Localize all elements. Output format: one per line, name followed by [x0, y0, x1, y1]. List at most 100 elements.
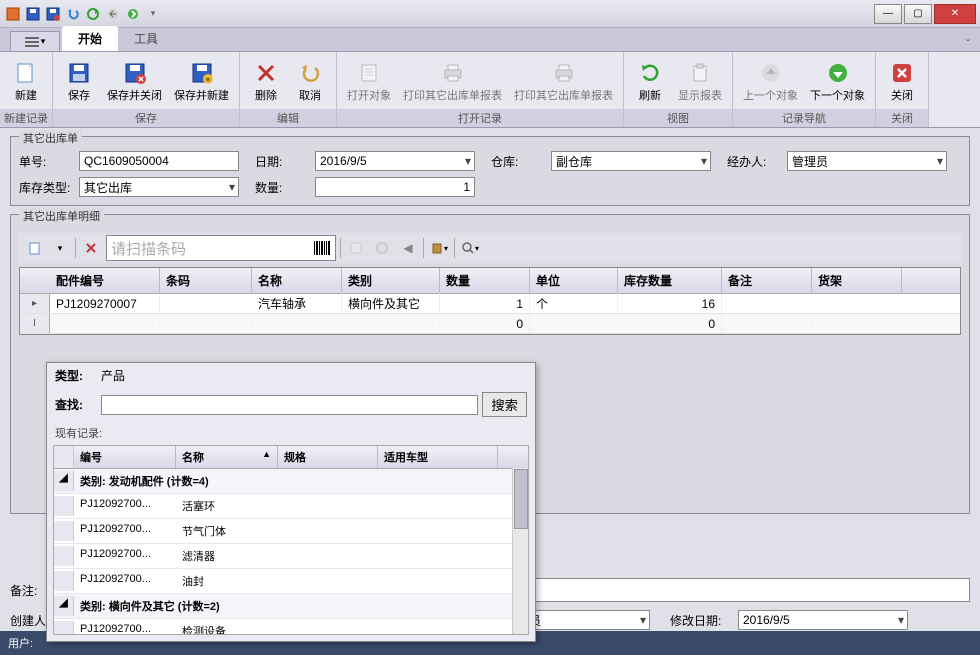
group-new-label: 新建记录: [0, 109, 52, 127]
qat-dropdown-icon[interactable]: ▾: [144, 5, 162, 23]
stocktype-label: 库存类型:: [19, 179, 75, 196]
popup-item-row[interactable]: PJ12092700...滤清器: [54, 544, 528, 569]
toolbar-prev-icon: ◀: [397, 237, 419, 259]
cancel-button[interactable]: 取消: [288, 59, 332, 105]
popup-search-input[interactable]: [101, 395, 478, 415]
save-icon: [67, 61, 91, 85]
ribbon-tabbar: ▾ 开始 工具 ˇ: [0, 28, 980, 52]
redo-icon[interactable]: [84, 5, 102, 23]
status-user-label: 用户:: [8, 635, 33, 651]
toolbar-search-icon[interactable]: ▾: [459, 237, 481, 259]
pcol-spec[interactable]: 规格: [278, 446, 378, 468]
save-close-icon[interactable]: [44, 5, 62, 23]
popup-existing-label: 现有记录:: [47, 421, 535, 445]
header-legend: 其它出库单: [19, 130, 82, 146]
content-area: 其它出库单 单号: 日期: 2016/9/5 仓库: 副仓库 经办人: 管理员 …: [0, 128, 980, 631]
lookup-popup: 类型: 产品 查找: 搜索 现有记录: 编号 名称 ▲ 规格 适用车型 ◢类别:…: [46, 362, 536, 642]
tab-tools[interactable]: 工具: [118, 26, 174, 51]
toolbar-delete-icon[interactable]: [80, 237, 102, 259]
col-stock[interactable]: 库存数量: [618, 268, 722, 293]
tab-start[interactable]: 开始: [62, 26, 118, 51]
pcol-code[interactable]: 编号: [74, 446, 176, 468]
billno-label: 单号:: [19, 153, 75, 170]
toolbar-edit-icon: [345, 237, 367, 259]
popup-item-row[interactable]: PJ12092700...油封: [54, 569, 528, 594]
agent-combo[interactable]: 管理员: [787, 151, 947, 171]
toolbar-dropdown-icon[interactable]: ▾: [49, 237, 71, 259]
sort-asc-icon: ▲: [262, 449, 271, 459]
col-shelf[interactable]: 货架: [812, 268, 902, 293]
arrow-down-icon: [826, 61, 850, 85]
prev-object-button: 上一个对象: [737, 59, 804, 105]
collapse-icon[interactable]: ◢: [54, 471, 74, 491]
delete-icon: [254, 61, 278, 85]
popup-scrollbar[interactable]: [512, 468, 528, 634]
header-fieldset: 其它出库单 单号: 日期: 2016/9/5 仓库: 副仓库 经办人: 管理员 …: [10, 136, 970, 206]
next-object-button[interactable]: 下一个对象: [804, 59, 871, 105]
maximize-button[interactable]: ▢: [904, 4, 932, 24]
table-row-new[interactable]: I 0 0: [20, 314, 960, 334]
close-icon: [890, 61, 914, 85]
save-icon[interactable]: [24, 5, 42, 23]
save-close-button[interactable]: 保存并关闭: [101, 59, 168, 105]
popup-grid: 编号 名称 ▲ 规格 适用车型 ◢类别: 发动机配件 (计数=4) PJ1209…: [53, 445, 529, 635]
save-new-button[interactable]: ★保存并新建: [168, 59, 235, 105]
col-category[interactable]: 类别: [342, 268, 440, 293]
col-qty[interactable]: 数量: [440, 268, 530, 293]
table-row[interactable]: ▸ PJ1209270007 汽车轴承 横向件及其它 1 个 16: [20, 294, 960, 314]
app-icon: [4, 5, 22, 23]
qty-input[interactable]: [315, 177, 475, 197]
col-barcode[interactable]: 条码: [160, 268, 252, 293]
billno-input[interactable]: [79, 151, 239, 171]
print-report2-button: 打印其它出库单报表: [508, 59, 619, 105]
popup-item-row[interactable]: PJ12092700...检测设备: [54, 619, 528, 635]
stocktype-combo[interactable]: 其它出库: [79, 177, 239, 197]
popup-type-value: 产品: [101, 367, 125, 384]
refresh-button[interactable]: 刷新: [628, 59, 672, 105]
new-icon: [14, 61, 38, 85]
warehouse-label: 仓库:: [491, 153, 547, 170]
date-label: 日期:: [255, 153, 311, 170]
ribbon: 新建 新建记录 保存 保存并关闭 ★保存并新建 保存 删除 取消 编辑 打开对象…: [0, 52, 980, 128]
delete-button[interactable]: 删除: [244, 59, 288, 105]
toolbar-new-icon[interactable]: [23, 237, 45, 259]
save-close-icon: [123, 61, 147, 85]
prev-icon[interactable]: [104, 5, 122, 23]
barcode-scan-input[interactable]: 请扫描条码: [106, 235, 336, 261]
group-save-label: 保存: [53, 109, 239, 127]
detail-grid: 配件编号 条码 名称 类别 数量 单位 库存数量 备注 货架 ▸ PJ12092…: [19, 267, 961, 335]
group-open-label: 打开记录: [337, 109, 623, 127]
col-unit[interactable]: 单位: [530, 268, 618, 293]
date-combo[interactable]: 2016/9/5: [315, 151, 475, 171]
save-new-icon: ★: [190, 61, 214, 85]
col-code[interactable]: 配件编号: [50, 268, 160, 293]
app-menu-button[interactable]: ▾: [10, 31, 60, 51]
ribbon-collapse-icon[interactable]: ˇ: [966, 37, 970, 51]
agent-label: 经办人:: [727, 153, 783, 170]
close-button[interactable]: 关闭: [880, 59, 924, 105]
group-edit-label: 编辑: [240, 109, 336, 127]
pcol-name[interactable]: 名称 ▲: [176, 446, 278, 468]
document-icon: [357, 61, 381, 85]
moddate-combo[interactable]: 2016/9/5: [738, 610, 908, 630]
popup-item-row[interactable]: PJ12092700...活塞环: [54, 494, 528, 519]
next-icon[interactable]: [124, 5, 142, 23]
popup-item-row[interactable]: PJ12092700...节气门体: [54, 519, 528, 544]
detail-toolbar: ▾ 请扫描条码 ◀ ▾ ▾: [19, 233, 961, 263]
popup-group-row[interactable]: ◢类别: 横向件及其它 (计数=2): [54, 594, 528, 619]
moddate-label: 修改日期:: [670, 612, 730, 629]
toolbar-paste-icon[interactable]: ▾: [428, 237, 450, 259]
save-button[interactable]: 保存: [57, 59, 101, 105]
col-name[interactable]: 名称: [252, 268, 342, 293]
col-note[interactable]: 备注: [722, 268, 812, 293]
minimize-button[interactable]: —: [874, 4, 902, 24]
undo-icon[interactable]: [64, 5, 82, 23]
svg-text:★: ★: [204, 75, 211, 84]
warehouse-combo[interactable]: 副仓库: [551, 151, 711, 171]
pcol-model[interactable]: 适用车型: [378, 446, 498, 468]
collapse-icon[interactable]: ◢: [54, 596, 74, 616]
new-button[interactable]: 新建: [4, 59, 48, 105]
popup-group-row[interactable]: ◢类别: 发动机配件 (计数=4): [54, 469, 528, 494]
popup-search-button[interactable]: 搜索: [482, 392, 527, 417]
window-close-button[interactable]: ✕: [934, 4, 976, 24]
